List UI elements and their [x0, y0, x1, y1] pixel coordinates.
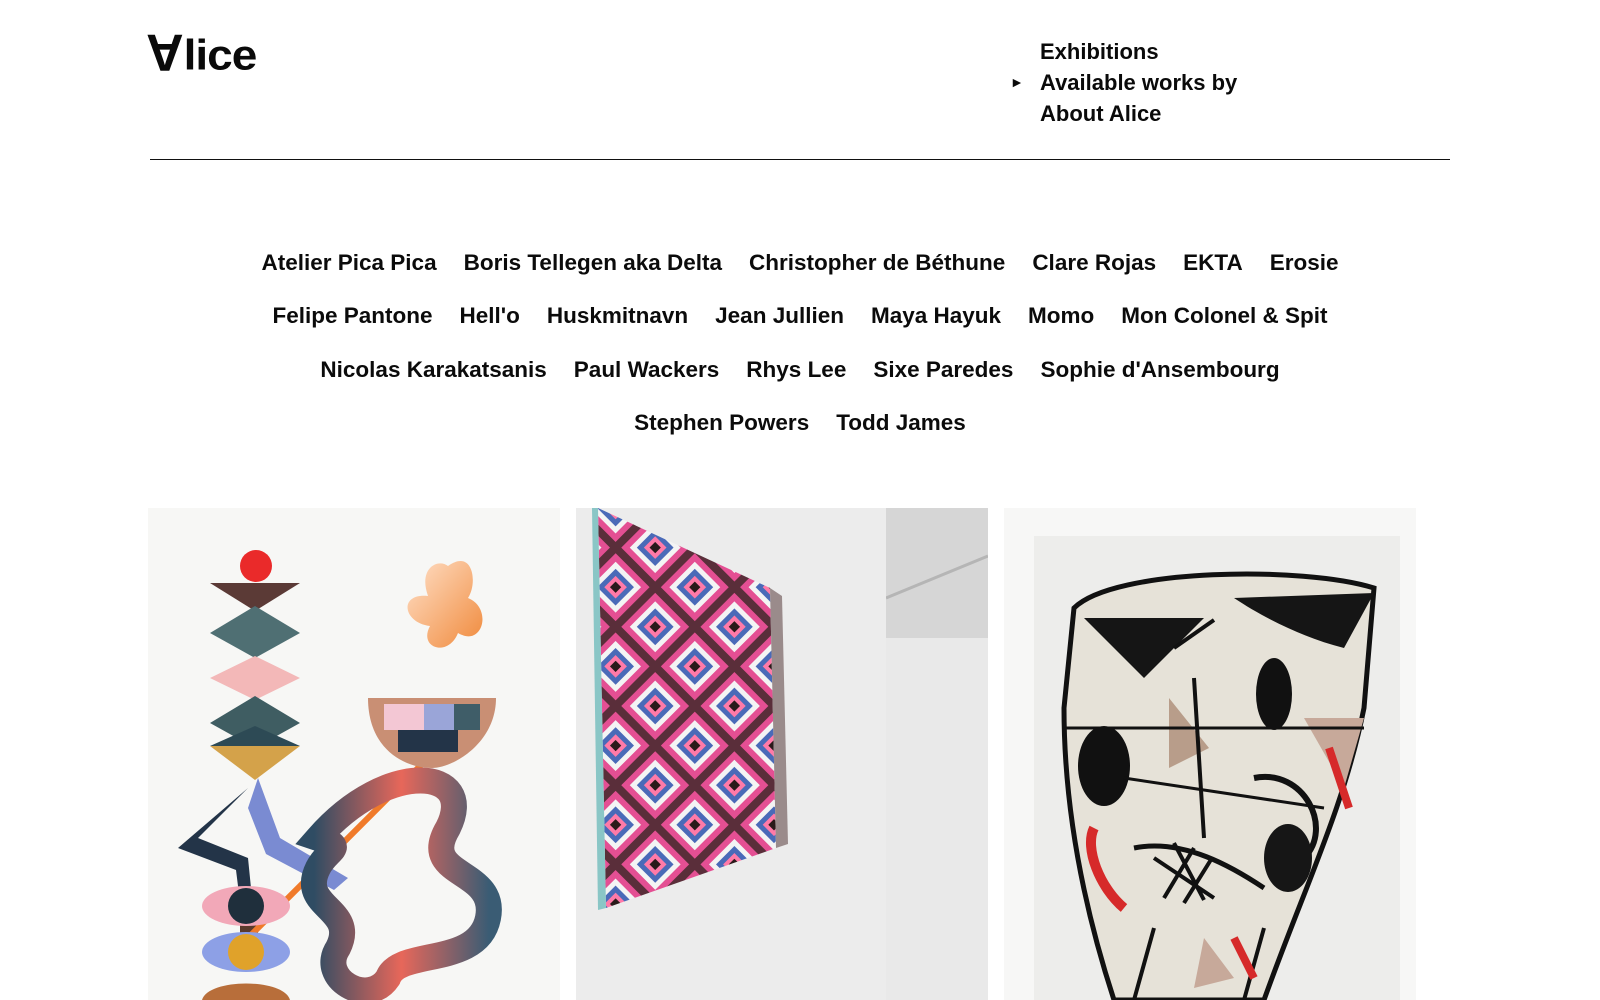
- artist-link[interactable]: Sophie d'Ansembourg: [1040, 357, 1279, 383]
- nav-exhibitions-label: Exhibitions: [1040, 38, 1159, 64]
- artwork-card[interactable]: [576, 508, 988, 1000]
- nav-about-alice[interactable]: About Alice: [1040, 98, 1237, 129]
- header-divider: [150, 159, 1450, 160]
- artist-link[interactable]: Erosie: [1270, 250, 1339, 276]
- artist-link[interactable]: Huskmitnavn: [547, 303, 688, 329]
- artist-row: Stephen Powers Todd James: [621, 397, 980, 451]
- artist-link[interactable]: Stephen Powers: [634, 410, 809, 436]
- alice-logo[interactable]: A lice: [148, 23, 258, 81]
- nav-about-alice-label: About Alice: [1040, 100, 1162, 126]
- artist-link[interactable]: Boris Tellegen aka Delta: [464, 250, 722, 276]
- logo-text: lice: [183, 31, 258, 79]
- active-arrow-icon: ►: [1010, 74, 1024, 90]
- artist-link[interactable]: Atelier Pica Pica: [261, 250, 436, 276]
- artist-link[interactable]: Jean Jullien: [715, 303, 844, 329]
- artwork-pattern-canvas-image: [576, 508, 988, 1000]
- artwork-totem-image: [148, 508, 560, 1000]
- artist-link[interactable]: Hell'o: [460, 303, 520, 329]
- artwork-gallery: [148, 508, 1448, 1000]
- nav-available-works[interactable]: ► Available works by: [1010, 67, 1238, 98]
- artist-link[interactable]: Maya Hayuk: [871, 303, 1001, 329]
- artist-link[interactable]: Todd James: [836, 410, 966, 436]
- artist-link[interactable]: Christopher de Béthune: [749, 250, 1005, 276]
- logo-inverted-a: A: [148, 23, 184, 81]
- main-nav: Exhibitions ► Available works by About A…: [1010, 36, 1238, 129]
- nav-exhibitions[interactable]: Exhibitions: [1040, 36, 1237, 67]
- artist-row: Nicolas Karakatsanis Paul Wackers Rhys L…: [307, 343, 1293, 397]
- artist-link[interactable]: Rhys Lee: [746, 357, 846, 383]
- artist-list: Atelier Pica Pica Boris Tellegen aka Del…: [150, 236, 1450, 450]
- artist-link[interactable]: Clare Rojas: [1032, 250, 1156, 276]
- artist-link[interactable]: Mon Colonel & Spit: [1121, 303, 1327, 329]
- artist-link[interactable]: Sixe Paredes: [873, 357, 1013, 383]
- nav-available-works-label: Available works by: [1040, 69, 1238, 95]
- artwork-card[interactable]: [148, 508, 560, 1000]
- artist-row: Felipe Pantone Hell'o Huskmitnavn Jean J…: [259, 290, 1341, 344]
- artist-link[interactable]: Nicolas Karakatsanis: [320, 357, 546, 383]
- artist-link[interactable]: EKTA: [1183, 250, 1243, 276]
- artwork-face-drawing-image: [1004, 508, 1416, 1000]
- artwork-card[interactable]: [1004, 508, 1416, 1000]
- artist-link[interactable]: Momo: [1028, 303, 1094, 329]
- artist-row: Atelier Pica Pica Boris Tellegen aka Del…: [248, 236, 1352, 290]
- artist-link[interactable]: Paul Wackers: [574, 357, 720, 383]
- artist-link[interactable]: Felipe Pantone: [272, 303, 432, 329]
